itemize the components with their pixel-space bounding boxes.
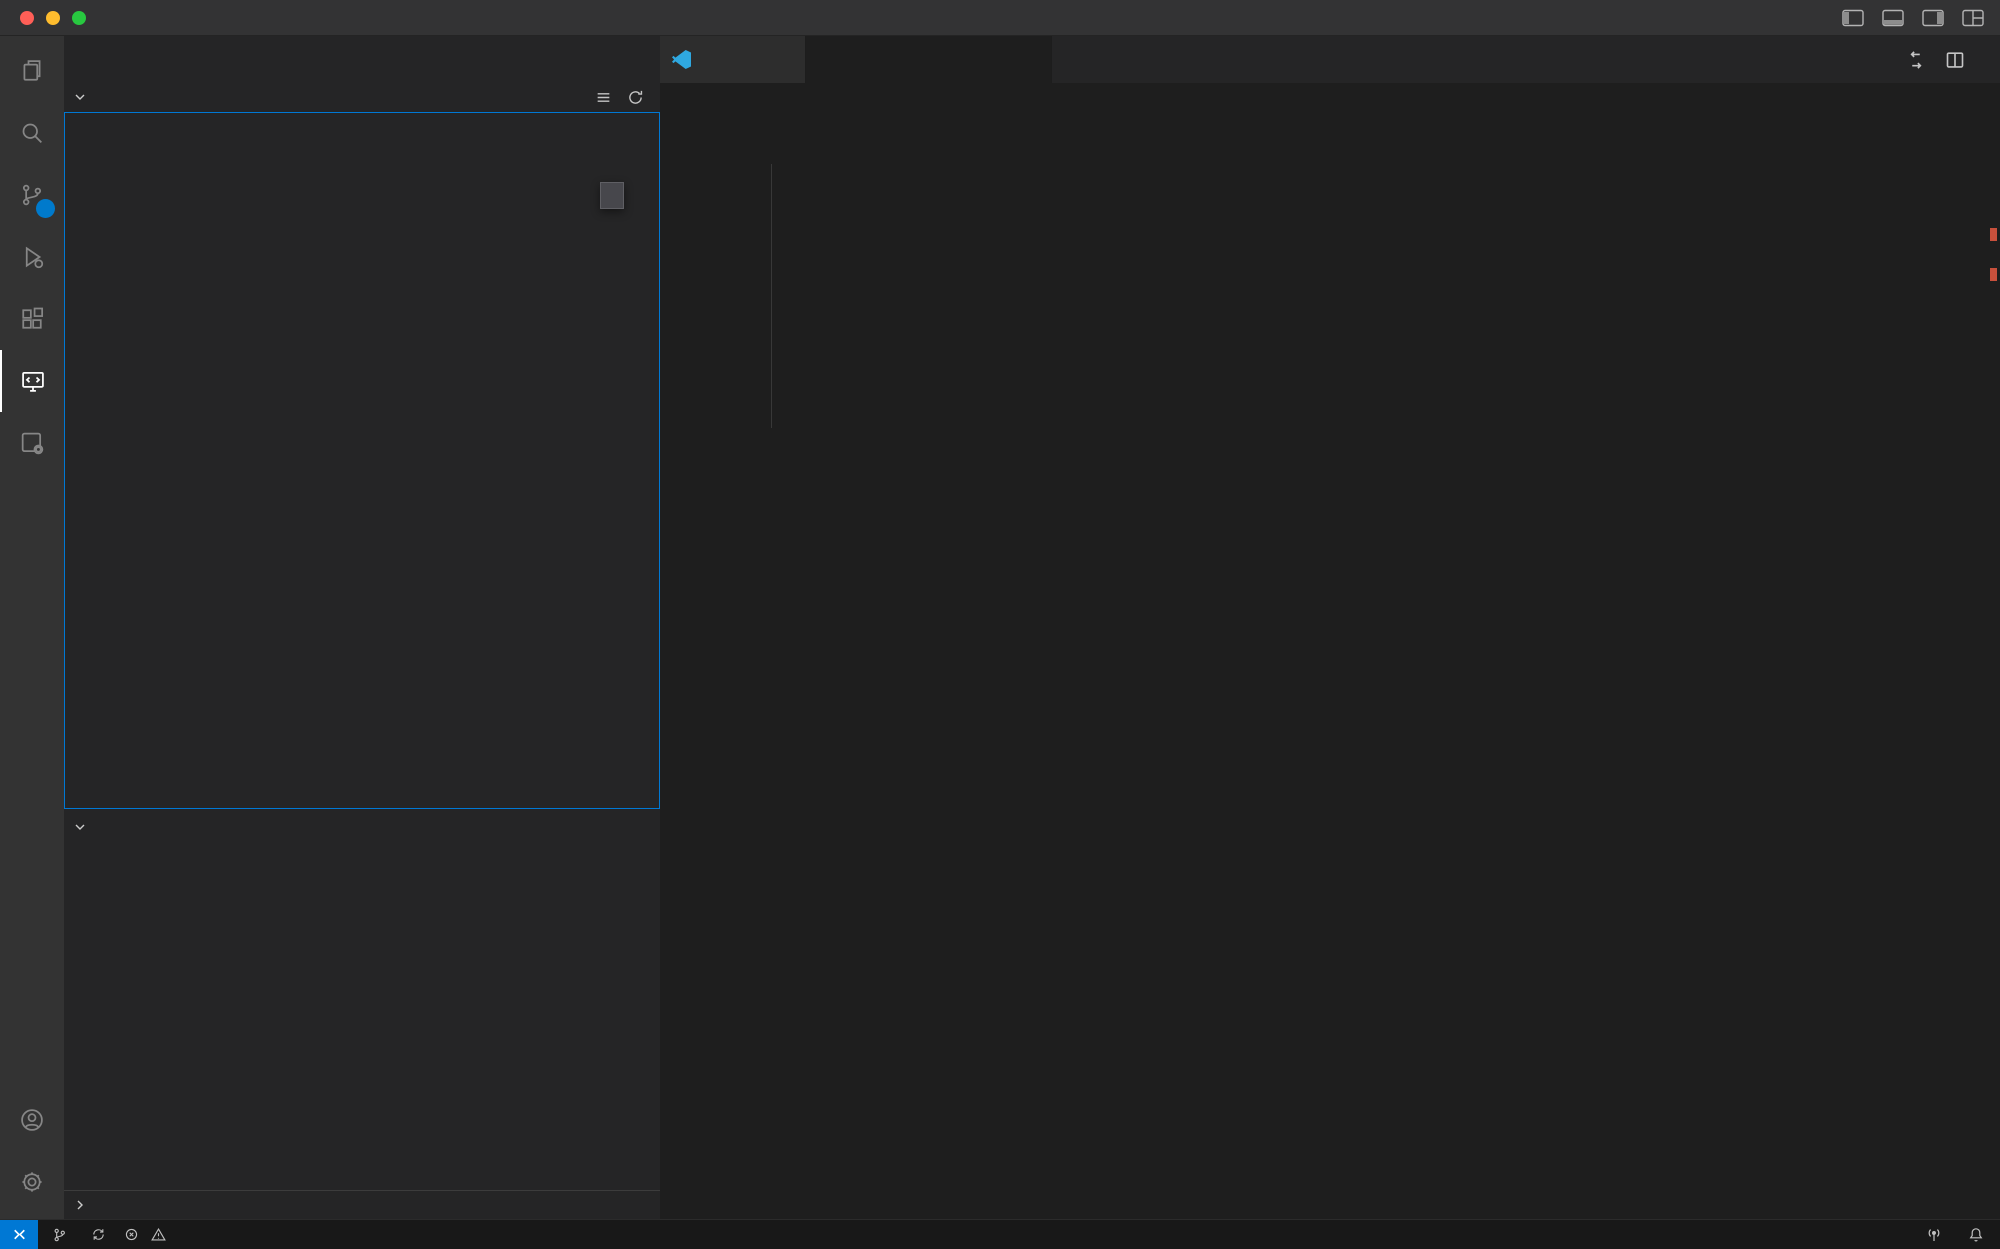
- traffic-lights: [20, 0, 86, 35]
- status-branch[interactable]: [52, 1227, 73, 1243]
- split-editor-icon[interactable]: [1945, 50, 1965, 70]
- status-bar: [0, 1219, 2000, 1249]
- broadcast-icon[interactable]: [1926, 1227, 1942, 1243]
- source-control-icon[interactable]: [0, 164, 64, 226]
- code-editor[interactable]: [660, 116, 2000, 1219]
- section-dev-containers[interactable]: [64, 82, 660, 112]
- run-debug-icon[interactable]: [0, 226, 64, 288]
- sync-icon[interactable]: [91, 1227, 106, 1242]
- settings-gear-icon[interactable]: [0, 1151, 64, 1213]
- breadcrumb: [660, 83, 2000, 116]
- sidebar-remote-explorer: [64, 36, 660, 1219]
- minimize-window-button[interactable]: [46, 11, 60, 25]
- chevron-down-icon: [72, 819, 88, 835]
- container-list-icon[interactable]: [595, 89, 612, 106]
- toggle-secondary-sidebar-icon[interactable]: [1922, 9, 1944, 27]
- tab-welcome[interactable]: [660, 36, 806, 83]
- section-dev-volumes[interactable]: [64, 812, 660, 842]
- tab-extensions-json[interactable]: [806, 36, 1052, 83]
- overview-ruler-mark: [1990, 268, 1997, 281]
- explorer-icon[interactable]: [0, 40, 64, 102]
- tab-bar: [660, 36, 2000, 83]
- notifications-bell-icon[interactable]: [1968, 1227, 1984, 1243]
- scm-badge: [36, 199, 55, 218]
- remote-explorer-icon[interactable]: [0, 350, 64, 412]
- dev-containers-tree: [64, 112, 660, 809]
- close-window-button[interactable]: [20, 11, 34, 25]
- accounts-icon[interactable]: [0, 1089, 64, 1151]
- refresh-icon[interactable]: [627, 89, 644, 106]
- indent-guide: [771, 164, 772, 428]
- remote-indicator[interactable]: [0, 1220, 38, 1249]
- customize-layout-icon[interactable]: [1962, 9, 1984, 27]
- search-icon[interactable]: [0, 102, 64, 164]
- toggle-sidebar-icon[interactable]: [1842, 9, 1864, 27]
- containers-icon[interactable]: [0, 412, 64, 474]
- sidebar-header: [64, 36, 660, 82]
- status-problems[interactable]: [124, 1227, 172, 1242]
- open-changes-icon[interactable]: [1906, 50, 1926, 70]
- titlebar: [0, 0, 2000, 36]
- extensions-icon[interactable]: [0, 288, 64, 350]
- zoom-window-button[interactable]: [72, 11, 86, 25]
- activity-bar: [0, 36, 64, 1219]
- vscode-logo-icon: [672, 50, 691, 69]
- chevron-down-icon: [72, 89, 88, 105]
- chevron-right-icon: [72, 1197, 88, 1213]
- overview-ruler-mark: [1990, 228, 1997, 241]
- toggle-panel-icon[interactable]: [1882, 9, 1904, 27]
- tooltip-attach-new-window: [600, 182, 624, 209]
- section-help-feedback[interactable]: [64, 1190, 660, 1219]
